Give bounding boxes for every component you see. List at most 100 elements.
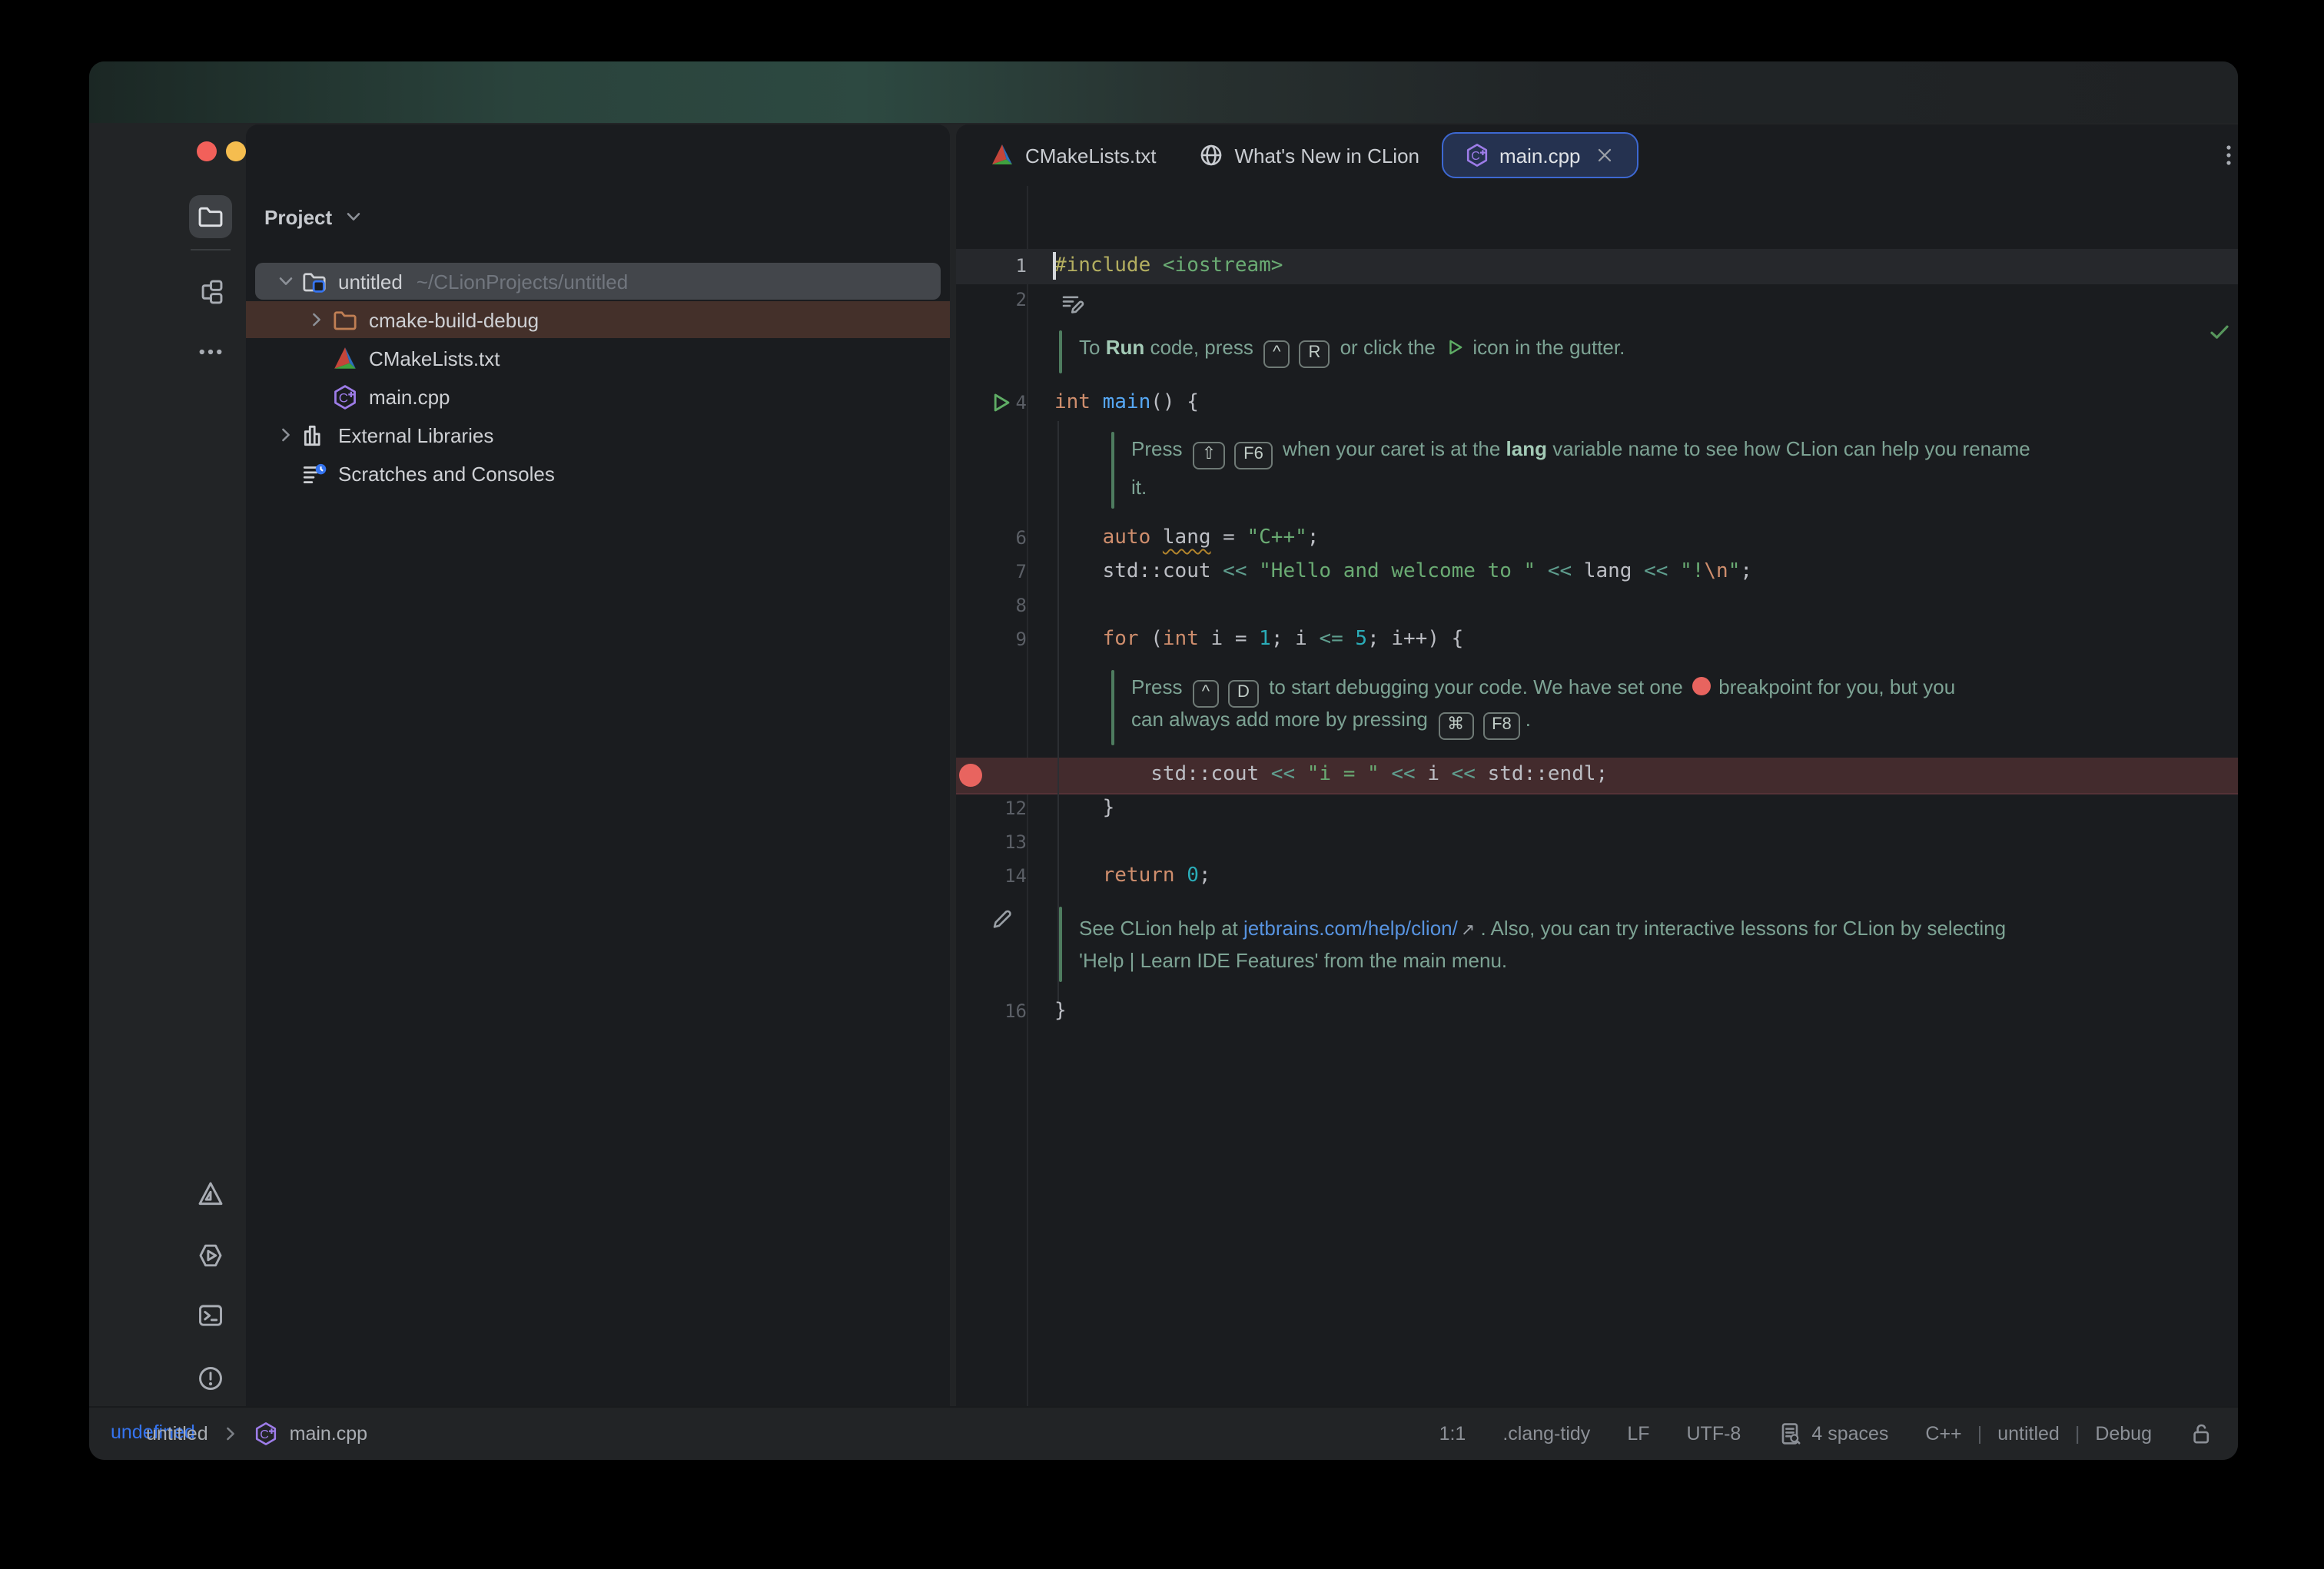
strip-divider bbox=[191, 249, 231, 250]
tree-item-label: cmake-build-debug bbox=[369, 308, 539, 331]
breakpoint-dot[interactable] bbox=[959, 763, 982, 786]
keycap: F8 bbox=[1482, 712, 1521, 740]
project-panel: Project untitled ~/CLionProjects/untitled… bbox=[246, 124, 950, 1460]
tree-item-label: main.cpp bbox=[369, 385, 450, 408]
status-item-utf-8[interactable]: UTF-8 bbox=[1687, 1423, 1741, 1445]
svg-text:C: C bbox=[261, 1428, 270, 1441]
breadcrumb-item[interactable]: main.cpp bbox=[290, 1423, 367, 1445]
line-number[interactable]: 13 bbox=[959, 831, 1027, 853]
tree-item-cmakelists-txt[interactable]: CMakeLists.txt bbox=[304, 340, 500, 376]
text-caret bbox=[1053, 252, 1055, 280]
module-sq-icon: undefined bbox=[111, 1421, 135, 1446]
project-panel-header[interactable]: Project bbox=[264, 204, 366, 229]
folder-project-icon bbox=[301, 268, 327, 294]
folder-build-icon bbox=[332, 307, 358, 333]
tree-item-untitled[interactable]: untitled ~/CLionProjects/untitled bbox=[274, 263, 628, 300]
edit-list-gutter-icon[interactable] bbox=[1061, 292, 1085, 317]
cmake-tool-button[interactable] bbox=[189, 1173, 232, 1216]
breakpoint-dot-inline bbox=[1692, 677, 1710, 695]
line-number[interactable]: 16 bbox=[959, 1000, 1027, 1022]
code-line[interactable]: for (int i = 1; i <= 5; i++) { bbox=[1054, 628, 1463, 651]
hint-text: 'Help | Learn IDE Features' from the mai… bbox=[1079, 949, 1507, 972]
help-link[interactable]: jetbrains.com/help/clion/ bbox=[1243, 917, 1458, 940]
tree-item-path: ~/CLionProjects/untitled bbox=[417, 270, 628, 293]
inspections-ok-icon[interactable] bbox=[2207, 320, 2232, 344]
code-line[interactable]: #include <iostream> bbox=[1054, 254, 1283, 277]
keycap: R bbox=[1299, 340, 1330, 368]
svg-text:C: C bbox=[339, 390, 348, 404]
line-number[interactable]: 2 bbox=[959, 289, 1027, 310]
breadcrumb[interactable]: undefined untitled Cmain.cpp bbox=[111, 1408, 367, 1460]
line-number[interactable]: 1 bbox=[959, 255, 1027, 277]
tree-item-label: Scratches and Consoles bbox=[338, 462, 555, 485]
run-tool-button[interactable] bbox=[189, 1234, 232, 1277]
run-play-gutter-icon[interactable] bbox=[988, 390, 1013, 415]
code-line[interactable]: int main() { bbox=[1054, 391, 1199, 414]
editor-body[interactable]: 1#include <iostream>2To Run code, press … bbox=[956, 124, 2238, 1460]
hint-text: Press ^D to start debugging your code. W… bbox=[1131, 675, 1955, 708]
indent-guide bbox=[1057, 421, 1058, 1002]
project-panel-title: Project bbox=[264, 205, 332, 228]
line-number[interactable]: 6 bbox=[959, 527, 1027, 549]
terminal-tool-button[interactable] bbox=[189, 1294, 232, 1337]
cpp-icon: C bbox=[332, 383, 358, 410]
status-item-4-spaces[interactable]: 4 spaces bbox=[1778, 1421, 1888, 1446]
problems-icon bbox=[197, 1365, 224, 1392]
hint-text: can always add more by pressing ⌘F8. bbox=[1131, 708, 1531, 740]
structure-tool-button[interactable] bbox=[189, 270, 232, 313]
screen: U untitled Version Control Debug untitle… bbox=[0, 0, 2324, 1569]
lock-icon[interactable] bbox=[2189, 1421, 2213, 1446]
close-window-button[interactable] bbox=[197, 141, 217, 161]
more-tools-button[interactable] bbox=[189, 330, 232, 373]
libs-icon bbox=[301, 422, 327, 448]
tree-item-main-cpp[interactable]: Cmain.cpp bbox=[304, 378, 450, 415]
status-item--clang-tidy[interactable]: .clang-tidy bbox=[1502, 1423, 1590, 1445]
hint-text: it. bbox=[1131, 476, 1147, 499]
line-number[interactable]: 12 bbox=[959, 798, 1027, 819]
code-line[interactable]: } bbox=[1054, 1000, 1067, 1023]
scratch-icon bbox=[301, 460, 327, 486]
hint-text: See CLion help at jetbrains.com/help/cli… bbox=[1079, 917, 2006, 940]
tree-item-cmake-build-debug[interactable]: cmake-build-debug bbox=[304, 301, 539, 338]
line-number[interactable]: 9 bbox=[959, 629, 1027, 650]
status-item-lf[interactable]: LF bbox=[1627, 1423, 1649, 1445]
status-bar: undefined untitled Cmain.cpp 1:1 .clang-tid… bbox=[89, 1406, 2238, 1460]
status-widgets: 1:1 .clang-tidy LF UTF-8 4 spaces C++|untitle… bbox=[1439, 1408, 2213, 1460]
run-tool-icon bbox=[197, 1242, 224, 1269]
code-line[interactable]: } bbox=[1054, 797, 1114, 820]
structure-icon bbox=[197, 278, 224, 306]
keycap: ^ bbox=[1263, 340, 1290, 368]
hint-block-border bbox=[1111, 670, 1114, 745]
problems-tool-button[interactable] bbox=[189, 1357, 232, 1400]
project-tool-button[interactable] bbox=[189, 195, 232, 238]
status-item-1-1[interactable]: 1:1 bbox=[1439, 1423, 1466, 1445]
keycap: ^ bbox=[1193, 680, 1219, 708]
line-number[interactable]: 7 bbox=[959, 561, 1027, 582]
hint-text: To Run code, press ^R or click the icon … bbox=[1079, 336, 1625, 368]
chevron-right-icon[interactable] bbox=[274, 423, 298, 447]
terminal-icon bbox=[197, 1302, 224, 1329]
chevron-right-icon[interactable] bbox=[304, 307, 329, 332]
tree-item-external-libraries[interactable]: External Libraries bbox=[274, 416, 493, 453]
code-line[interactable]: auto lang = "C++"; bbox=[1054, 526, 1319, 549]
cpp-icon: C bbox=[254, 1421, 279, 1446]
cmake-logo-icon bbox=[332, 345, 358, 371]
more-icon bbox=[197, 338, 224, 366]
code-line[interactable]: std::cout << "i = " << i << std::endl; bbox=[1054, 763, 1608, 786]
pencil-gutter-icon[interactable] bbox=[990, 907, 1014, 931]
code-line[interactable]: return 0; bbox=[1054, 864, 1211, 887]
cmake-tool-icon bbox=[197, 1180, 224, 1208]
minimize-window-button[interactable] bbox=[226, 141, 246, 161]
tree-item-scratches-and-consoles[interactable]: Scratches and Consoles bbox=[274, 455, 555, 492]
code-line[interactable]: std::cout << "Hello and welcome to " << … bbox=[1054, 560, 1752, 583]
status-item-config-summary[interactable]: C++|untitled|Debug bbox=[1925, 1423, 2152, 1445]
hint-text: Press ⇧F6 when your caret is at the lang… bbox=[1131, 437, 2030, 469]
breadcrumb-item[interactable]: untitled bbox=[146, 1423, 208, 1445]
chevron-down-icon[interactable] bbox=[274, 269, 298, 294]
line-number[interactable]: 14 bbox=[959, 865, 1027, 887]
tree-item-label: untitled bbox=[338, 270, 403, 293]
keycap: F6 bbox=[1234, 442, 1273, 469]
keycap: D bbox=[1228, 680, 1259, 708]
line-number[interactable]: 8 bbox=[959, 595, 1027, 616]
keycap: ⌘ bbox=[1438, 712, 1473, 740]
